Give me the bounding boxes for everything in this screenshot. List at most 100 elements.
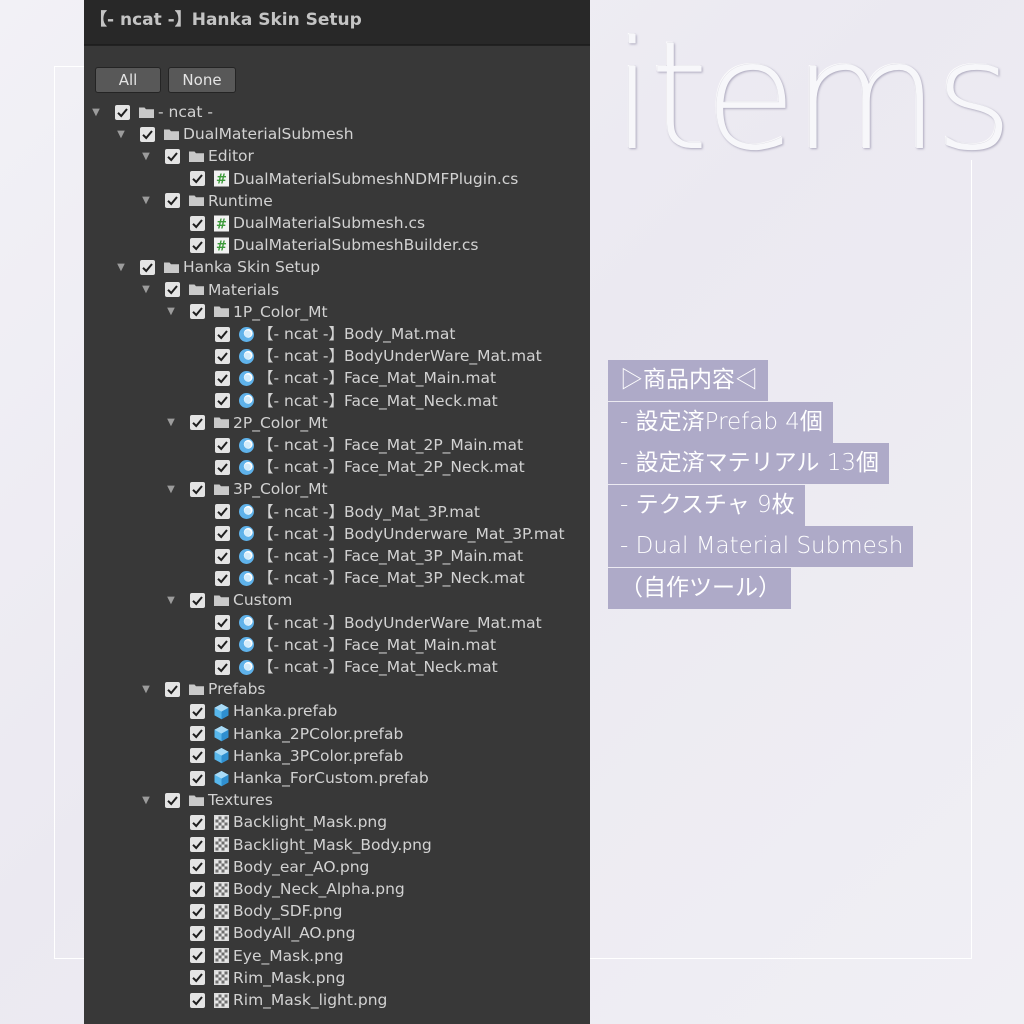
- tree-row[interactable]: ▼ Materials: [140, 279, 279, 301]
- tree-row[interactable]: 【- ncat -】Face_Mat_Neck.mat: [190, 656, 498, 678]
- tree-row[interactable]: ▼ Textures: [140, 789, 273, 811]
- tree-row[interactable]: ▼ 1P_Color_Mt: [165, 301, 328, 323]
- tree-row[interactable]: ▼ Hanka Skin Setup: [115, 256, 320, 278]
- row-checkbox[interactable]: [190, 881, 205, 897]
- expand-arrow-icon[interactable]: ▼: [165, 306, 177, 317]
- tree-row[interactable]: Rim_Mask_light.png: [165, 989, 387, 1011]
- expand-arrow-icon[interactable]: ▼: [90, 107, 102, 118]
- tree-row-label: Hanka_ForCustom.prefab: [233, 769, 429, 787]
- tree-row[interactable]: # DualMaterialSubmeshNDMFPlugin.cs: [165, 168, 518, 190]
- row-checkbox[interactable]: [215, 326, 230, 342]
- tree-row[interactable]: 【- ncat -】Body_Mat.mat: [190, 323, 455, 345]
- row-checkbox[interactable]: [190, 237, 205, 253]
- row-checkbox[interactable]: [190, 304, 205, 320]
- row-checkbox[interactable]: [115, 104, 130, 120]
- row-checkbox[interactable]: [190, 970, 205, 986]
- row-checkbox[interactable]: [190, 992, 205, 1008]
- tree-row[interactable]: # DualMaterialSubmesh.cs: [165, 212, 425, 234]
- row-checkbox[interactable]: [190, 903, 205, 919]
- tree-row[interactable]: 【- ncat -】Face_Mat_Neck.mat: [190, 390, 498, 412]
- expand-arrow-icon[interactable]: ▼: [140, 284, 152, 295]
- tree-row[interactable]: 【- ncat -】BodyUnderWare_Mat.mat: [190, 612, 542, 634]
- expand-arrow-icon[interactable]: ▼: [115, 129, 127, 140]
- row-checkbox[interactable]: [215, 459, 230, 475]
- tree-row[interactable]: Backlight_Mask.png: [165, 811, 387, 833]
- expand-arrow-icon[interactable]: ▼: [165, 484, 177, 495]
- tree-row[interactable]: 【- ncat -】Body_Mat_3P.mat: [190, 501, 480, 523]
- expand-arrow-icon[interactable]: ▼: [165, 595, 177, 606]
- expand-arrow-icon[interactable]: ▼: [140, 684, 152, 695]
- select-none-button[interactable]: None: [168, 67, 236, 93]
- tree-row[interactable]: Hanka_ForCustom.prefab: [165, 767, 429, 789]
- row-checkbox[interactable]: [190, 814, 205, 830]
- tree-row[interactable]: ▼ Editor: [140, 145, 254, 167]
- tree-row[interactable]: ▼ 2P_Color_Mt: [165, 412, 328, 434]
- row-checkbox[interactable]: [190, 748, 205, 764]
- expand-arrow-icon[interactable]: ▼: [140, 151, 152, 162]
- tree-row[interactable]: 【- ncat -】BodyUnderWare_Mat.mat: [190, 345, 542, 367]
- expand-arrow-icon[interactable]: ▼: [115, 262, 127, 273]
- row-checkbox[interactable]: [215, 370, 230, 386]
- row-checkbox[interactable]: [215, 348, 230, 364]
- row-checkbox[interactable]: [190, 925, 205, 941]
- material-icon: [238, 326, 255, 343]
- row-checkbox[interactable]: [215, 615, 230, 631]
- row-checkbox[interactable]: [140, 126, 155, 142]
- tree-row[interactable]: 【- ncat -】Face_Mat_3P_Main.mat: [190, 545, 523, 567]
- row-checkbox[interactable]: [215, 570, 230, 586]
- tree-row[interactable]: ▼ 3P_Color_Mt: [165, 478, 328, 500]
- tree-row[interactable]: Body_ear_AO.png: [165, 856, 369, 878]
- row-checkbox[interactable]: [190, 726, 205, 742]
- row-checkbox[interactable]: [190, 215, 205, 231]
- row-checkbox[interactable]: [215, 526, 230, 542]
- tree-row[interactable]: Hanka_2PColor.prefab: [165, 723, 403, 745]
- tree-row[interactable]: ▼ DualMaterialSubmesh: [115, 123, 353, 145]
- tree-row[interactable]: Body_Neck_Alpha.png: [165, 878, 405, 900]
- row-checkbox[interactable]: [190, 171, 205, 187]
- tree-row[interactable]: Rim_Mask.png: [165, 967, 345, 989]
- tree-row[interactable]: 【- ncat -】Face_Mat_2P_Main.mat: [190, 434, 523, 456]
- tree-row[interactable]: 【- ncat -】Face_Mat_3P_Neck.mat: [190, 567, 525, 589]
- tree-row[interactable]: Hanka.prefab: [165, 700, 337, 722]
- tree-row[interactable]: Hanka_3PColor.prefab: [165, 745, 403, 767]
- row-checkbox[interactable]: [190, 592, 205, 608]
- row-checkbox[interactable]: [165, 792, 180, 808]
- select-all-button[interactable]: All: [95, 67, 161, 93]
- tree-row[interactable]: ▼ - ncat -: [90, 101, 213, 123]
- row-checkbox[interactable]: [215, 659, 230, 675]
- row-checkbox[interactable]: [215, 437, 230, 453]
- expand-arrow-icon[interactable]: ▼: [140, 195, 152, 206]
- row-checkbox[interactable]: [165, 193, 180, 209]
- row-checkbox[interactable]: [215, 393, 230, 409]
- expand-arrow-icon[interactable]: ▼: [165, 417, 177, 428]
- row-checkbox[interactable]: [190, 703, 205, 719]
- row-checkbox[interactable]: [190, 837, 205, 853]
- row-checkbox[interactable]: [165, 148, 180, 164]
- tree-row[interactable]: 【- ncat -】Face_Mat_Main.mat: [190, 634, 496, 656]
- tree-row[interactable]: 【- ncat -】Face_Mat_Main.mat: [190, 367, 496, 389]
- tree-row[interactable]: Body_SDF.png: [165, 900, 343, 922]
- row-checkbox[interactable]: [215, 504, 230, 520]
- tree-row[interactable]: Backlight_Mask_Body.png: [165, 834, 432, 856]
- material-icon: [238, 614, 255, 631]
- row-checkbox[interactable]: [190, 481, 205, 497]
- tree-row[interactable]: Eye_Mask.png: [165, 945, 344, 967]
- tree-row-label: - ncat -: [158, 103, 213, 121]
- tree-row[interactable]: 【- ncat -】Face_Mat_2P_Neck.mat: [190, 456, 525, 478]
- row-checkbox[interactable]: [190, 415, 205, 431]
- tree-row[interactable]: # DualMaterialSubmeshBuilder.cs: [165, 234, 479, 256]
- row-checkbox[interactable]: [190, 859, 205, 875]
- row-checkbox[interactable]: [190, 770, 205, 786]
- row-checkbox[interactable]: [215, 548, 230, 564]
- tree-row[interactable]: ▼ Custom: [165, 589, 292, 611]
- expand-arrow-icon[interactable]: ▼: [140, 795, 152, 806]
- row-checkbox[interactable]: [140, 259, 155, 275]
- tree-row[interactable]: ▼ Runtime: [140, 190, 273, 212]
- tree-row[interactable]: 【- ncat -】BodyUnderware_Mat_3P.mat: [190, 523, 565, 545]
- tree-row[interactable]: BodyAll_AO.png: [165, 922, 355, 944]
- row-checkbox[interactable]: [215, 637, 230, 653]
- row-checkbox[interactable]: [165, 681, 180, 697]
- row-checkbox[interactable]: [165, 282, 180, 298]
- tree-row[interactable]: ▼ Prefabs: [140, 678, 265, 700]
- row-checkbox[interactable]: [190, 948, 205, 964]
